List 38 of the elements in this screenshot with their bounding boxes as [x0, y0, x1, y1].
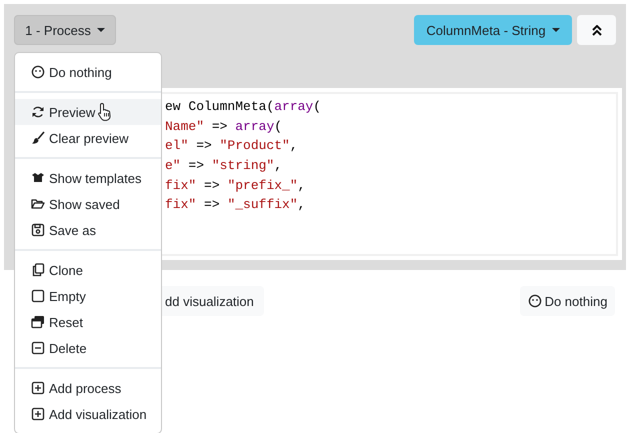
smiley-icon [31, 65, 45, 79]
menu-item[interactable]: Clear preview [15, 125, 161, 151]
code-line: fix" => "prefix_", [165, 176, 306, 195]
menu-item[interactable]: Do nothing [15, 59, 161, 85]
menu-item[interactable]: Empty [15, 283, 161, 309]
smiley-icon [528, 294, 542, 308]
copy-icon [31, 263, 45, 277]
menu-item[interactable]: Preview [15, 99, 161, 125]
menu-item[interactable]: Save as [15, 217, 161, 243]
code-line: ew ColumnMeta(array( [165, 98, 322, 116]
refresh-icon [31, 105, 45, 119]
menu-item[interactable]: Reset [15, 309, 161, 335]
brush-icon [31, 131, 45, 145]
square-icon [31, 289, 45, 303]
code-line: Name" => array( [165, 118, 284, 136]
plus-square-icon [31, 381, 45, 395]
menu-item[interactable]: Show saved [15, 191, 161, 217]
menu-item[interactable]: Add visualization [15, 401, 161, 427]
code-line: el" => "Product", [165, 137, 299, 156]
plus-square-icon [31, 407, 45, 421]
menu-item[interactable]: Add process [15, 375, 161, 401]
code-line: fix" => "_suffix", [165, 196, 306, 214]
double-chevron-up-icon [592, 24, 602, 36]
code-line: e" => "string", [165, 157, 284, 176]
menu-item[interactable]: Show templates [15, 165, 161, 191]
windows-icon [31, 315, 45, 329]
type-dropdown-button[interactable]: ColumnMeta - String [414, 15, 572, 45]
add-visualization-button[interactable]: dd visualization [162, 286, 264, 316]
collapse-button[interactable] [577, 15, 616, 45]
do-nothing-button[interactable]: Do nothing [520, 286, 615, 316]
caret-icon [552, 28, 560, 32]
menu-item[interactable]: Clone [15, 257, 161, 283]
hand-cursor-icon [98, 102, 112, 121]
minus-square-icon [31, 341, 45, 355]
menu-item[interactable]: Delete [15, 335, 161, 361]
caret-icon [96, 28, 105, 32]
process-dropdown-button[interactable]: 1 - Process [14, 15, 116, 45]
folder-icon [31, 197, 45, 211]
